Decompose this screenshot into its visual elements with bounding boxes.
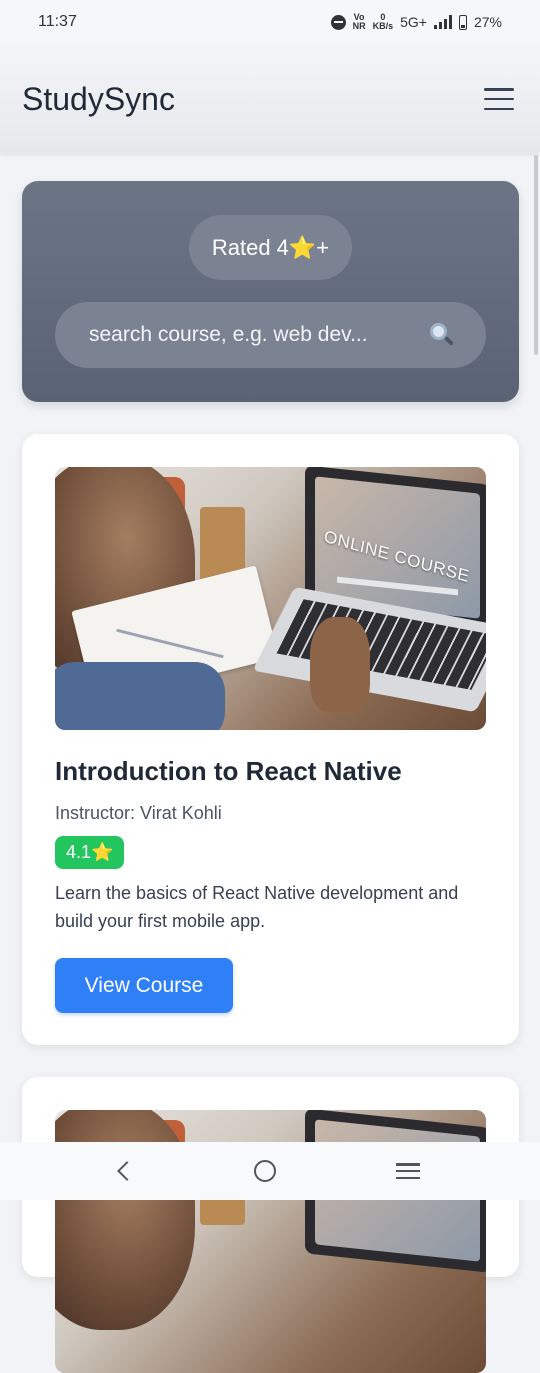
hamburger-menu-icon[interactable] [484,88,514,110]
search-input[interactable] [89,323,430,347]
battery-icon [459,15,467,30]
network-speed: 0 KB/s [373,13,394,31]
recents-icon[interactable] [396,1163,420,1179]
course-thumbnail: ONLINE COURSE [55,467,486,730]
volte-bottom: NR [353,21,366,31]
magnifier-icon[interactable] [430,323,454,347]
system-nav-bar [0,1142,540,1200]
course-card: ONLINE COURSE Introduction to React Nati… [22,434,519,1045]
signal-icon [434,15,452,29]
status-bar: 11:37 Vo NR 0 KB/s 5G+ 27% [0,0,540,44]
app-header: StudySync [0,44,540,154]
home-icon[interactable] [254,1160,276,1182]
rating-filter-button[interactable]: Rated 4⭐+ [189,215,352,280]
view-course-button[interactable]: View Course [55,958,233,1013]
do-not-disturb-icon [331,15,346,30]
rating-badge: 4.1⭐ [55,836,124,869]
volte-indicator: Vo NR [353,13,366,31]
hero-search-panel: Rated 4⭐+ [22,181,519,402]
search-bar[interactable] [55,302,486,368]
back-icon[interactable] [117,1161,137,1181]
speed-unit: KB/s [373,21,394,31]
network-type: 5G+ [400,14,427,30]
battery-level: 27% [474,14,502,30]
page-scrollbar[interactable] [534,155,538,355]
status-icons: Vo NR 0 KB/s 5G+ 27% [331,13,502,31]
course-instructor: Instructor: Virat Kohli [55,803,486,824]
app-title: StudySync [22,81,175,118]
course-description: Learn the basics of React Native develop… [55,879,486,935]
course-title: Introduction to React Native [55,756,486,787]
status-time: 11:37 [38,13,77,31]
